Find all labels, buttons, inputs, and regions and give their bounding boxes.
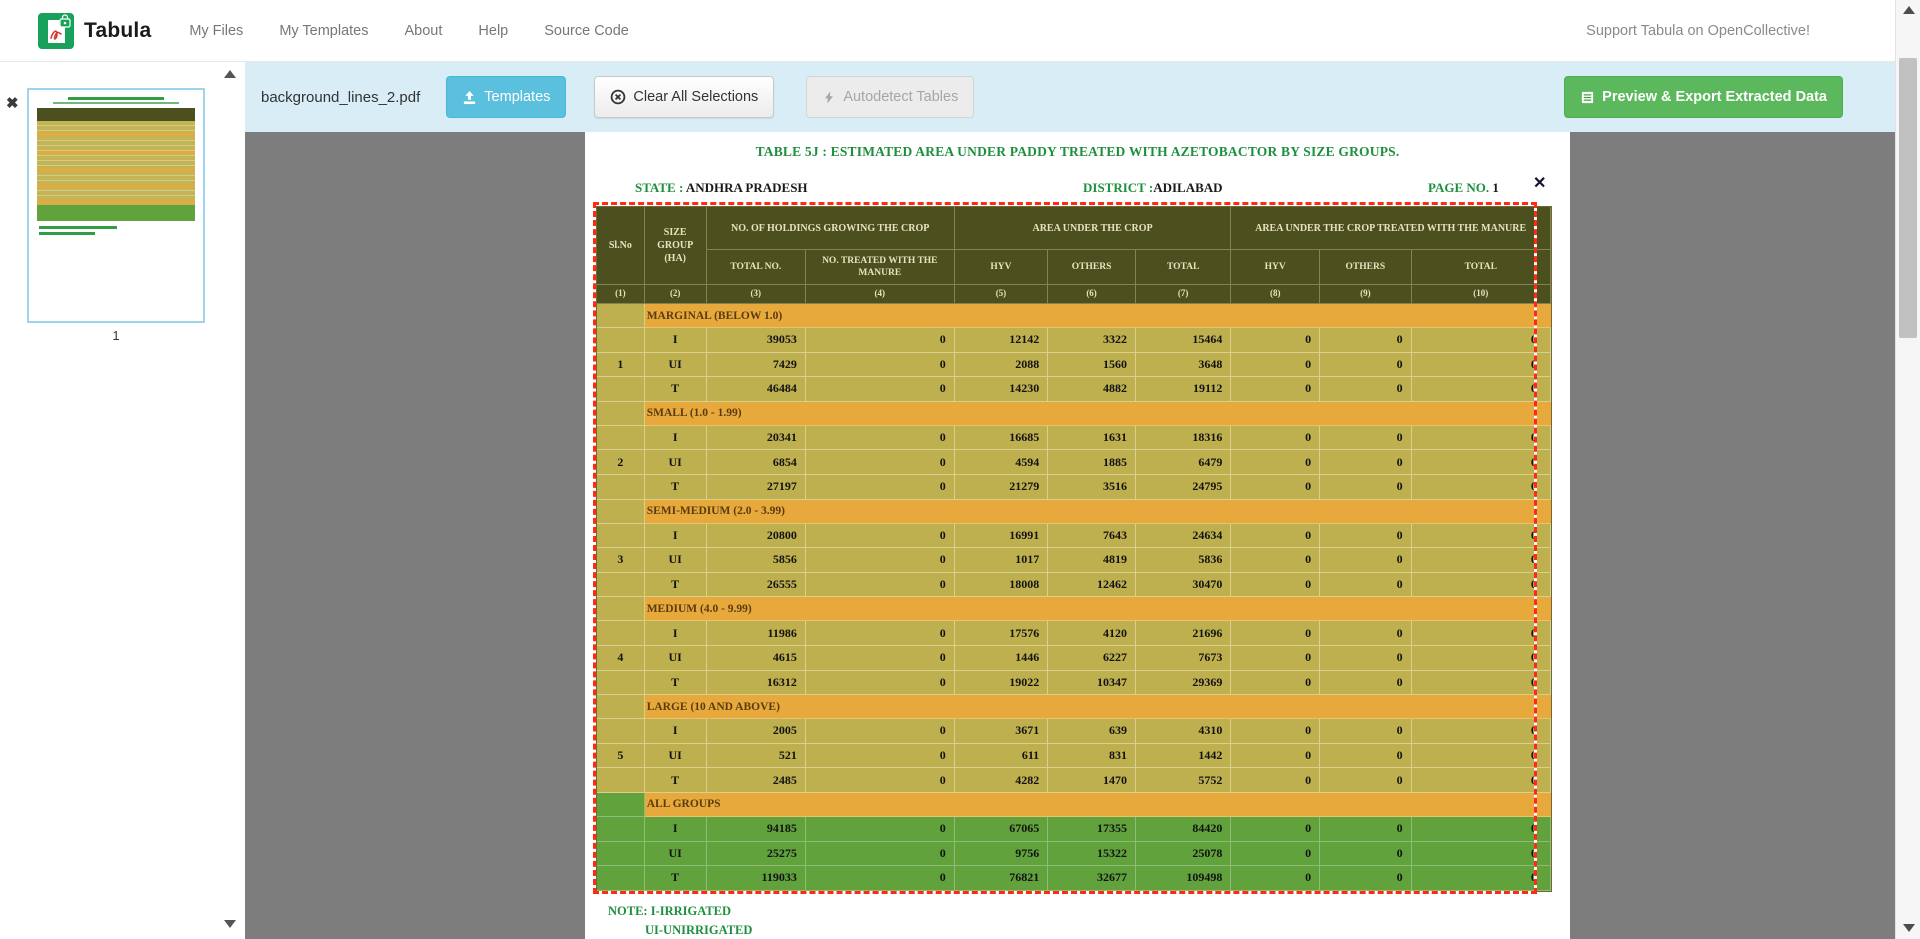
main-nav: My Files My Templates About Help Source … (189, 23, 629, 39)
thumb-all-groups-band (37, 205, 195, 221)
state-label: STATE : (635, 180, 683, 195)
thumb-title-line (68, 97, 164, 100)
document-title: TABLE 5J : ESTIMATED AREA UNDER PADDY TR… (585, 144, 1570, 160)
pageno-field: PAGE NO. 1 (1428, 180, 1499, 196)
brand[interactable]: Tabula (38, 13, 151, 49)
templates-button[interactable]: Templates (446, 76, 566, 118)
thumb-subtitle-line (53, 102, 178, 104)
selection-close-button[interactable]: ✕ (1533, 176, 1546, 192)
document-meta-line: STATE : ANDHRA PRADESH DISTRICT :ADILABA… (585, 180, 1570, 198)
table-list-icon (1580, 90, 1595, 105)
clear-button-label: Clear All Selections (633, 89, 758, 105)
scrollbar-up-icon[interactable] (1903, 6, 1915, 14)
page-number-label: 1 (27, 328, 205, 343)
nav-help[interactable]: Help (478, 23, 508, 39)
nav-about[interactable]: About (405, 23, 443, 39)
selection-box[interactable] (593, 202, 1537, 894)
district-label: DISTRICT : (1083, 180, 1153, 195)
nav-my-templates[interactable]: My Templates (279, 23, 368, 39)
filename-label: background_lines_2.pdf (261, 89, 420, 106)
nav-source-code[interactable]: Source Code (544, 23, 629, 39)
autodetect-button-label: Autodetect Tables (843, 89, 958, 105)
template-upload-icon (462, 90, 477, 105)
district-field: DISTRICT :ADILABAD (1083, 180, 1223, 196)
note-line-2: UI-UNIRRIGATED (645, 923, 752, 938)
file-toolbar: background_lines_2.pdf Templates Clear A… (245, 62, 1895, 132)
autodetect-tables-button[interactable]: Autodetect Tables (806, 76, 974, 118)
scrollbar-down-icon[interactable] (1903, 924, 1915, 932)
district-value: ADILABAD (1153, 180, 1222, 195)
sidebar-scroll-down-icon[interactable] (224, 920, 236, 928)
top-navbar: Tabula My Files My Templates About Help … (0, 0, 1920, 62)
clear-circle-x-icon (610, 89, 626, 105)
thumb-table-body (37, 121, 195, 221)
clear-all-selections-button[interactable]: Clear All Selections (594, 76, 774, 118)
state-value: ANDHRA PRADESH (686, 180, 808, 195)
remove-page-icon[interactable]: ✖ (6, 96, 19, 111)
state-field: STATE : ANDHRA PRADESH (635, 180, 808, 196)
nav-my-files[interactable]: My Files (189, 23, 243, 39)
preview-export-button[interactable]: Preview & Export Extracted Data (1564, 76, 1843, 118)
lightning-icon (822, 90, 836, 105)
note-line-1: NOTE: I-IRRIGATED (608, 904, 731, 919)
pdf-viewer: TABLE 5J : ESTIMATED AREA UNDER PADDY TR… (245, 132, 1895, 939)
page-scrollbar[interactable] (1895, 0, 1920, 939)
pageno-value: 1 (1492, 180, 1499, 195)
pageno-label: PAGE NO. (1428, 180, 1489, 195)
support-link[interactable]: Support Tabula on OpenCollective! (1586, 23, 1810, 39)
tabula-app: Tabula My Files My Templates About Help … (0, 0, 1920, 939)
sidebar-scroll-up-icon[interactable] (224, 70, 236, 78)
thumb-note-line (39, 226, 117, 229)
export-button-label: Preview & Export Extracted Data (1602, 89, 1827, 105)
thumbnail-sidebar: ✖ 1 (0, 62, 245, 939)
brand-title: Tabula (84, 19, 151, 43)
tabula-logo-icon (38, 13, 74, 49)
scrollbar-thumb[interactable] (1899, 58, 1917, 338)
page-thumbnail[interactable] (27, 88, 205, 323)
thumb-table-header (37, 108, 195, 121)
pdf-page[interactable]: TABLE 5J : ESTIMATED AREA UNDER PADDY TR… (585, 132, 1570, 939)
templates-button-label: Templates (484, 89, 550, 105)
thumb-note-line2 (39, 232, 95, 235)
